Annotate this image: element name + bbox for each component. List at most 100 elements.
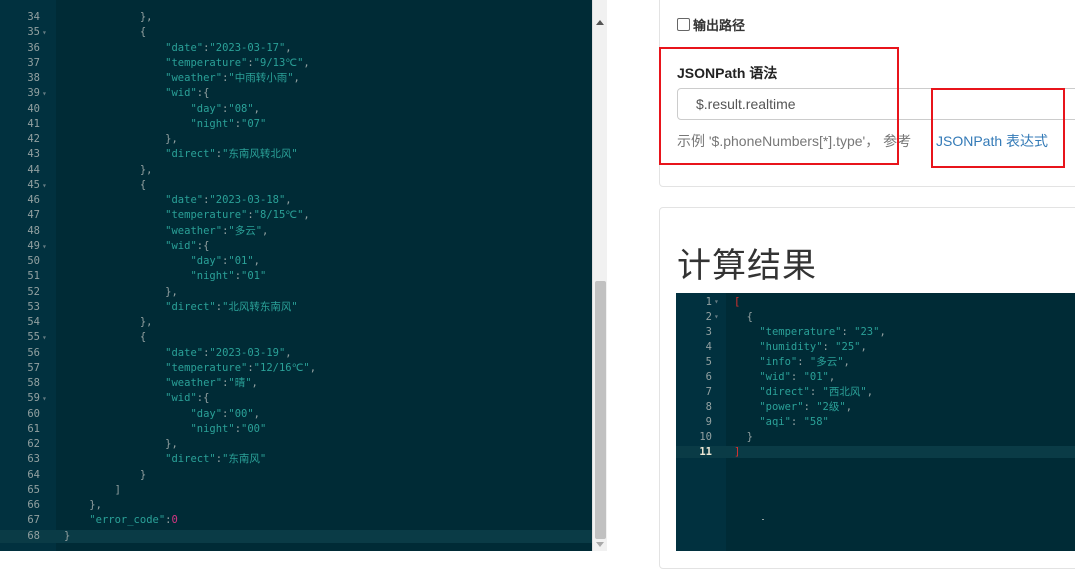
line-number: 8 <box>705 401 712 413</box>
code-line: 34 }, <box>0 11 592 24</box>
code-text: }, <box>64 285 178 298</box>
fold-toggle-icon[interactable]: ▾ <box>714 296 719 308</box>
result-json-editor[interactable]: 1 ▾[2 ▾ {3 "temperature": "23", 4 "humidity… <box>676 293 1075 551</box>
line-number: 38 <box>27 72 40 84</box>
code-line: 37 "temperature":"9/13℃", <box>0 57 592 70</box>
code-text: "temperature": "23", <box>759 326 886 338</box>
code-text: [ <box>734 296 741 308</box>
line-number: 58 <box>27 377 40 389</box>
line-number: 59 <box>27 392 40 405</box>
result-code-line: 11] <box>676 446 1075 458</box>
code-line: 56 "date":"2023-03-19", <box>0 347 592 360</box>
code-text: "aqi": "58" <box>759 416 829 428</box>
result-code-line: 2 ▾ { <box>676 311 1075 323</box>
line-number: 65 <box>27 483 40 496</box>
result-code-line: 6 "wid": "01", <box>676 371 1075 383</box>
code-line: 55 ▾ { <box>0 331 592 344</box>
result-code-line: 5 "info": "多云", <box>676 356 1075 368</box>
fold-toggle-icon[interactable]: ▾ <box>42 179 52 192</box>
code-line: 63 "direct":"东南风" <box>0 453 592 466</box>
code-text: "weather":"中雨转小雨", <box>165 72 300 84</box>
result-title: 计算结果 <box>677 247 817 285</box>
code-line: 49 ▾ "wid":{ <box>0 240 592 253</box>
line-number: 42 <box>27 133 40 145</box>
code-text: }, <box>64 163 153 176</box>
code-text: "direct":"东南风" <box>165 453 267 466</box>
code-text: { <box>64 331 147 344</box>
source-editor-scrollbar[interactable] <box>592 0 608 551</box>
output-path-label: 输出路径 <box>693 18 746 33</box>
line-number: 54 <box>27 316 40 328</box>
scroll-down-arrow-icon[interactable] <box>596 542 604 547</box>
code-text: { <box>64 178 147 191</box>
code-text: { <box>734 311 753 323</box>
line-number: 41 <box>27 117 40 130</box>
scroll-up-arrow-icon[interactable] <box>596 20 604 25</box>
code-line: 44 }, <box>0 164 592 177</box>
line-number: 46 <box>27 194 40 206</box>
code-text: { <box>64 26 147 39</box>
line-number: 6 <box>705 371 712 383</box>
line-number: 39 <box>27 87 40 100</box>
code-line: 48 "weather":"多云", <box>0 225 592 238</box>
code-line: 54 }, <box>0 316 592 329</box>
code-text: "temperature":"12/16℃", <box>165 361 317 374</box>
code-text: "night":"01" <box>190 270 267 283</box>
result-code-line: 4 "humidity": "25", <box>676 341 1075 353</box>
code-text: "date":"2023-03-17", <box>165 41 292 54</box>
code-line: 52 }, <box>0 286 592 299</box>
code-text: "wid":{ <box>165 87 210 100</box>
code-line: 65 ] <box>0 484 592 497</box>
line-number: 60 <box>27 407 40 420</box>
fold-toggle-icon[interactable]: ▾ <box>42 240 52 253</box>
line-number: 53 <box>27 300 40 313</box>
fold-toggle-icon[interactable]: ▾ <box>42 87 52 100</box>
code-line: 35 ▾ { <box>0 26 592 39</box>
line-number: 61 <box>27 422 40 435</box>
line-number: 45 <box>27 178 40 191</box>
result-code-line: 7 "direct": "西北风", <box>676 386 1075 398</box>
code-text: }, <box>64 316 153 328</box>
highlight-box-reference-link <box>931 88 1065 168</box>
fold-toggle-icon[interactable]: ▾ <box>714 311 719 323</box>
code-text: ] <box>64 483 121 496</box>
output-path-checkbox[interactable] <box>677 18 690 31</box>
code-line: 45 ▾ { <box>0 179 592 192</box>
code-line: 40 "day":"08", <box>0 103 592 116</box>
code-line: 42 }, <box>0 133 592 146</box>
code-text: }, <box>64 499 102 511</box>
code-line: 41 "night":"07" <box>0 118 592 131</box>
code-line: 60 "day":"00", <box>0 408 592 421</box>
line-number: 35 <box>27 26 40 39</box>
scrollbar-thumb[interactable] <box>595 281 606 539</box>
code-line: 61 "night":"00" <box>0 423 592 436</box>
code-line: 68} <box>0 529 592 543</box>
code-text: "power": "2级", <box>759 401 853 413</box>
code-text: "date":"2023-03-19", <box>165 346 292 359</box>
code-text: "wid": "01", <box>759 371 836 383</box>
code-text: "weather":"多云", <box>165 224 269 237</box>
line-number: 63 <box>27 453 40 466</box>
code-text: "day":"00", <box>190 407 260 420</box>
fold-toggle-icon[interactable]: ▾ <box>42 331 52 344</box>
code-text: "temperature":"9/13℃", <box>165 56 310 69</box>
code-text: "direct":"东南风转北风" <box>165 148 298 161</box>
line-number: 11 <box>699 446 712 458</box>
code-text: "weather":"晴", <box>165 377 258 389</box>
fold-toggle-icon[interactable]: ▾ <box>42 392 52 405</box>
code-text: "direct":"北风转东南风" <box>165 300 298 313</box>
code-text: } <box>64 468 147 481</box>
code-line: 59 ▾ "wid":{ <box>0 392 592 405</box>
line-number: 52 <box>27 285 40 298</box>
text-cursor <box>762 519 764 520</box>
line-number: 49 <box>27 239 40 252</box>
line-number: 40 <box>27 102 40 115</box>
code-line: 51 "night":"01" <box>0 270 592 283</box>
code-text: "night":"00" <box>190 422 267 435</box>
line-number: 43 <box>27 148 40 161</box>
code-line: 50 "day":"01", <box>0 255 592 268</box>
line-number: 50 <box>27 255 40 267</box>
fold-toggle-icon[interactable]: ▾ <box>42 26 52 39</box>
code-text: "wid":{ <box>165 239 210 252</box>
source-json-editor[interactable]: 34 }, 35 ▾ {36 "date":"2023-03-17", 37 "tem… <box>0 0 592 551</box>
